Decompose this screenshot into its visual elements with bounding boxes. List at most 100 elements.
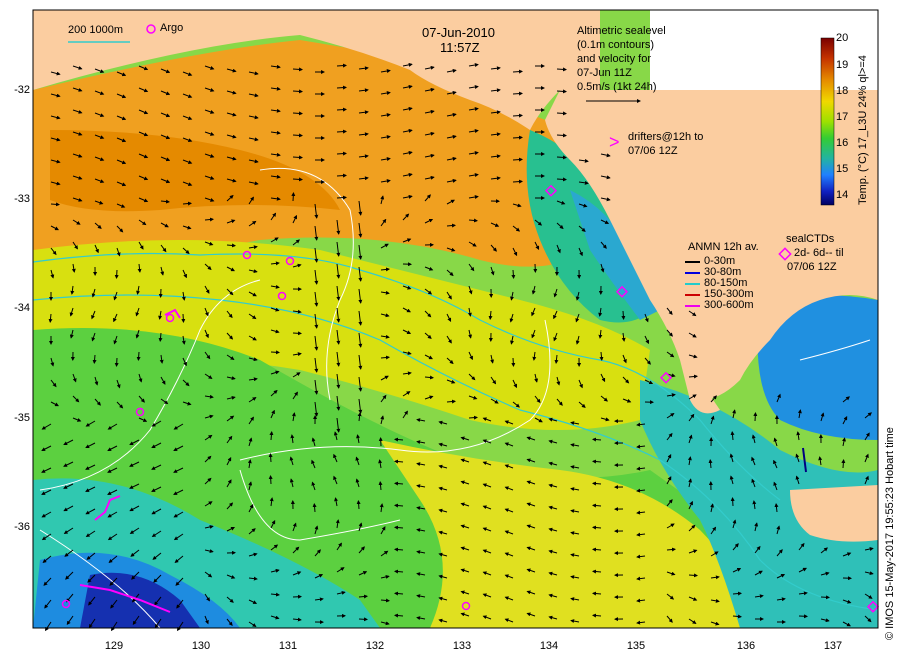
velocity-arrow [336, 63, 347, 68]
colorbar-tick: 15 [836, 163, 849, 175]
velocity-arrow [291, 192, 296, 202]
drifter-legend-symbol: > [609, 132, 620, 152]
velocity-arrow [312, 503, 317, 513]
velocity-arrow [556, 111, 567, 116]
velocity-arrow [592, 547, 602, 552]
colorbar-tick: 20 [836, 32, 849, 44]
x-tick-label: 133 [452, 640, 472, 652]
velocity-arrow [841, 459, 846, 469]
imos-credit: © IMOS 15-May-2017 19:55:23 Hobart time [884, 427, 896, 640]
velocity-arrow [592, 437, 602, 442]
velocity-arrow [394, 459, 404, 464]
map-time: 11:57Z [440, 40, 480, 55]
y-tick-label: -35 [14, 412, 30, 424]
velocity-arrow [556, 155, 567, 160]
velocity-arrow [556, 133, 567, 138]
colorbar [820, 37, 835, 206]
velocity-arrow [556, 67, 567, 72]
velocity-arrow [292, 89, 303, 94]
velocity-arrow [136, 351, 141, 361]
velocity-arrow [268, 475, 273, 485]
velocity-arrow [336, 107, 347, 112]
velocity-arrow [182, 201, 192, 206]
velocity-arrow [512, 91, 523, 96]
velocity-arrow [592, 503, 602, 508]
velocity-arrow [394, 613, 404, 618]
x-tick-label: 132 [365, 640, 385, 652]
velocity-arrow [394, 437, 404, 442]
velocity-arrow [394, 569, 404, 574]
velocity-arrow [114, 357, 119, 367]
sealctd-legend-line-1: 2d- 6d-- til [794, 247, 844, 259]
velocity-arrow [336, 173, 347, 178]
velocity-arrow [50, 202, 60, 207]
altimetry-line-1: Altimetric sealevel [577, 25, 666, 37]
altimetry-line-2: (0.1m contours) [577, 39, 655, 51]
velocity-arrow [446, 399, 456, 404]
velocity-arrow [114, 269, 119, 279]
colorbar-tick: 14 [836, 189, 849, 201]
velocity-arrow [292, 133, 303, 138]
x-tick-label: 129 [104, 640, 124, 652]
velocity-arrow [592, 481, 602, 486]
velocity-arrow [511, 357, 516, 367]
sst-map [32, 9, 880, 632]
anmn-legend-title: ANMN 12h av. [688, 241, 759, 253]
velocity-arrow [592, 569, 602, 574]
velocity-arrow [394, 547, 404, 552]
drifters-line-2: 07/06 12Z [628, 145, 678, 157]
velocity-arrow [226, 243, 236, 248]
velocity-arrow [336, 85, 347, 90]
velocity-arrow [292, 67, 303, 72]
x-tick-label: 136 [736, 640, 756, 652]
velocity-arrow [753, 412, 758, 422]
colorbar-tick: 18 [836, 85, 849, 97]
colorbar-tick: 16 [836, 137, 849, 149]
velocity-arrow [512, 135, 523, 140]
sealctd-legend-line-2: 07/06 12Z [787, 261, 837, 273]
altimetry-line-5: 0.5m/s (1kt 24h) [577, 81, 657, 93]
velocity-arrow [336, 195, 347, 200]
y-tick-label: -33 [14, 193, 30, 205]
velocity-arrow [512, 69, 523, 74]
velocity-arrow [292, 155, 303, 160]
velocity-arrow [292, 331, 302, 336]
velocity-arrow [730, 497, 735, 507]
velocity-arrow [511, 269, 516, 279]
colorbar-label: Temp. (°C) 17_L3U 24% ql>=4 [857, 55, 869, 205]
velocity-arrow [358, 617, 368, 622]
velocity-arrow [270, 350, 280, 355]
velocity-arrow [394, 481, 404, 486]
velocity-arrow [92, 354, 97, 364]
velocity-arrow [269, 431, 274, 441]
velocity-arrow [512, 157, 523, 162]
x-tick-label: 134 [539, 640, 559, 652]
velocity-arrow [820, 595, 830, 600]
velocity-arrow [356, 500, 361, 510]
velocity-arrow [292, 111, 303, 116]
colorbar-tick: 17 [836, 111, 849, 123]
velocity-arrow [394, 503, 404, 508]
bathy-legend-label: 200 1000m [68, 24, 124, 36]
velocity-arrow [556, 177, 567, 182]
velocity-arrow [621, 310, 626, 320]
velocity-arrow [556, 89, 567, 94]
drifters-line-1: drifters@12h to [628, 131, 704, 143]
altimetry-line-3: and velocity for [577, 53, 651, 65]
velocity-arrow [268, 453, 273, 463]
y-tick-label: -36 [14, 521, 30, 533]
colorbar-tick: 19 [836, 59, 849, 71]
argo-legend-label: Argo [160, 22, 184, 34]
velocity-arrow [446, 223, 456, 228]
velocity-arrow [181, 313, 186, 323]
x-tick-label: 130 [191, 640, 211, 652]
velocity-arrow [592, 459, 602, 464]
anmn-legend-row: 300-600m [704, 299, 754, 311]
x-tick-label: 131 [278, 640, 298, 652]
sealctd-legend-title: sealCTDs [786, 233, 835, 245]
velocity-arrow [394, 525, 404, 530]
velocity-arrow [592, 613, 602, 618]
velocity-arrow [688, 573, 698, 578]
velocity-arrow [592, 525, 602, 530]
y-tick-label: -34 [14, 302, 30, 314]
